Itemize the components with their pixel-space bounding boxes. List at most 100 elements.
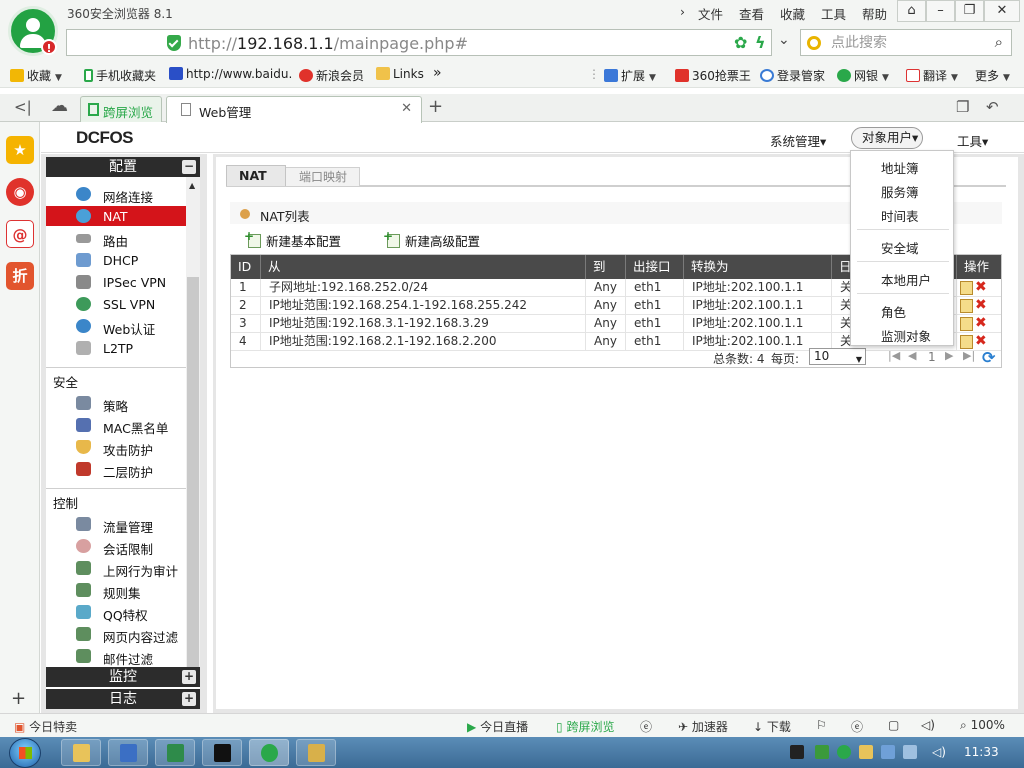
fav-mobile[interactable]: 手机收藏夹 [84,67,156,84]
taskbar-app[interactable] [296,739,336,766]
close-window-button[interactable]: ✕ [984,0,1020,22]
first-page-icon[interactable]: |◀ [888,349,900,362]
status-volume-icon[interactable]: ◁) [921,718,935,732]
col-from[interactable]: 从 [261,255,586,279]
nav-item-attack-defense[interactable]: 攻击防护 [46,437,186,458]
sidebar-toggle-icon[interactable]: <| [14,98,32,116]
tray-360-icon[interactable] [859,745,873,759]
nav-item-traffic[interactable]: 流量管理 [46,514,186,535]
edit-icon[interactable] [960,299,973,313]
page-number[interactable]: 1 [928,350,936,364]
dropdown-item-roles[interactable]: 角色 [881,302,906,321]
nav-item-network[interactable]: 网络连接 [46,184,186,205]
topmenu-tools[interactable]: 工具▾ [957,131,988,150]
add-sidebar-icon[interactable]: + [11,688,26,709]
nav-item-route[interactable]: 路由 [46,228,186,249]
tray-shield-icon[interactable] [837,745,851,759]
restore-tabs-icon[interactable]: ❐ [956,98,969,116]
search-engine-icon[interactable] [807,36,821,50]
nav-header-log[interactable]: 日志 + [46,689,200,709]
col-id[interactable]: ID [231,255,261,279]
menu-view[interactable]: 查看 [739,4,764,23]
zoom-level[interactable]: ⌕ 100% [960,718,1005,733]
status-ie2-icon[interactable]: ⓔ [851,718,863,735]
nav-item-session-limit[interactable]: 会话限制 [46,536,186,557]
delete-icon[interactable]: ✖ [975,298,987,313]
prev-page-icon[interactable]: ◀ [908,349,916,362]
taskbar-excel[interactable] [155,739,195,766]
weibo-icon[interactable]: ◉ [6,178,34,206]
mail-icon[interactable]: @ [6,220,34,248]
close-tab-icon[interactable]: ✕ [401,101,412,116]
tray-film-icon[interactable] [790,745,804,759]
double-chevron-icon[interactable]: » [433,65,442,81]
undo-close-icon[interactable]: ↶ [986,98,999,116]
last-page-icon[interactable]: ▶| [963,349,975,362]
nav-item-mail-filter[interactable]: 邮件过滤 [46,646,186,667]
nav-item-ipsec[interactable]: IPSec VPN [46,272,186,292]
col-to[interactable]: 到 [586,255,626,279]
refresh-icon[interactable]: ⟳ [982,348,995,367]
taskbar-360browser[interactable] [249,739,289,766]
minimize-button[interactable]: – [926,0,955,22]
favorites-star-icon[interactable]: ★ [6,136,34,164]
nav-item-ruleset[interactable]: 规则集 [46,580,186,601]
topmenu-objects-users[interactable]: 对象用户▾ [851,127,923,149]
dropdown-item-service-book[interactable]: 服务簿 [881,182,919,201]
delete-icon[interactable]: ✖ [975,280,987,295]
shield-icon[interactable] [167,35,181,51]
new-advanced-config-button[interactable]: 新建高级配置 [383,229,480,250]
status-flag-icon[interactable]: ⚐ [816,718,827,732]
dropdown-item-schedule[interactable]: 时间表 [881,206,919,225]
toolbar-ticket[interactable]: 360抢票王 [675,67,751,84]
menu-favorites[interactable]: 收藏 [780,4,805,23]
start-button[interactable] [9,738,41,768]
dropdown-item-local-users[interactable]: 本地用户 [881,270,931,289]
subtab-port-mapping[interactable]: 端口映射 [282,167,360,186]
nav-item-webauth[interactable]: Web认证 [46,316,186,337]
dropdown-item-security-zone[interactable]: 安全域 [881,238,919,257]
nav-scrollbar[interactable]: ▲ ▼ [186,177,200,677]
nav-item-web-filter[interactable]: 网页内容过滤 [46,624,186,645]
subtab-nat[interactable]: NAT [226,165,286,186]
nav-item-behavior-audit[interactable]: 上网行为审计 [46,558,186,579]
search-box[interactable]: ⌕ [800,29,1012,56]
nav-item-l2tp[interactable]: L2TP [46,338,186,358]
menu-file[interactable]: 文件 [698,4,723,23]
toolbar-login[interactable]: 登录管家 [760,67,825,84]
skin-button[interactable]: ⌂ [897,0,926,22]
nav-item-sslvpn[interactable]: SSL VPN [46,294,186,314]
nav-item-mac-blacklist[interactable]: MAC黑名单 [46,415,186,436]
status-accelerator[interactable]: ✈ 加速器 [678,718,728,735]
lightning-icon[interactable]: ϟ [755,33,766,52]
nav-header-monitor[interactable]: 监控 + [46,667,200,687]
col-translate[interactable]: 转换为 [684,255,832,279]
url-text[interactable]: http://192.168.1.1/mainpage.php# [188,34,468,53]
dropdown-item-monitor-objects[interactable]: 监测对象 [881,326,931,345]
fav-baidu[interactable]: http://www.baidu. [169,67,292,81]
browser-logo-icon[interactable]: ! [8,6,58,56]
taskbar-explorer[interactable] [61,739,101,766]
dropdown-item-address-book[interactable]: 地址簿 [881,158,919,177]
fav-sina[interactable]: 新浪会员 [299,67,364,84]
toolbar-more[interactable]: 更多 ▼ [975,67,1010,84]
nav-item-qq[interactable]: QQ特权 [46,602,186,623]
chevron-down-icon[interactable]: ⌄ [778,32,790,48]
toolbar-extensions[interactable]: 扩展 ▼ [604,67,656,84]
tray-network2-icon[interactable] [903,745,917,759]
nav-item-policy[interactable]: 策略 [46,393,186,414]
clock[interactable]: 11:33 [964,745,999,759]
cloud-icon[interactable]: ☁ [51,96,68,116]
taskbar-word[interactable] [108,739,148,766]
tray-ime-icon[interactable] [881,745,895,759]
new-tab-button[interactable]: + [428,96,443,117]
per-page-select[interactable]: 10 ▼ [809,348,866,365]
menu-tools[interactable]: 工具 [821,4,846,23]
search-icon[interactable]: ⌕ [995,33,1003,51]
fav-links[interactable]: Links [376,67,424,81]
search-input[interactable] [831,33,981,53]
restore-button[interactable]: ❐ [955,0,984,22]
taskbar-cmd[interactable] [202,739,242,766]
discount-icon[interactable]: 折 [6,262,34,290]
status-live[interactable]: ▶ 今日直播 [467,718,528,735]
